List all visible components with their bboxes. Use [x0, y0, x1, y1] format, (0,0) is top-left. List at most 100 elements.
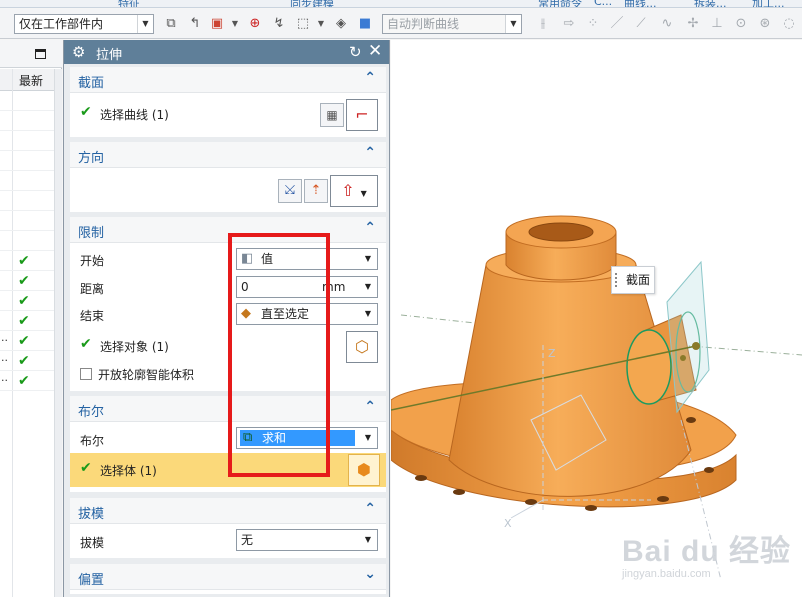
cube-icon[interactable]: ■	[356, 16, 374, 32]
section-group-header[interactable]: 截面 ⌃	[70, 67, 386, 93]
navigator-row[interactable]	[0, 211, 54, 231]
navigator-scrollbar[interactable]	[54, 69, 62, 597]
extrude-end-face[interactable]	[626, 329, 672, 405]
axis-icon[interactable]: ⊥	[708, 16, 726, 32]
ribbon-tab-machining[interactable]: 加工...	[752, 0, 785, 7]
navigator-row[interactable]	[0, 151, 54, 171]
select-curve-label[interactable]: 选择曲线 (1)	[100, 106, 169, 123]
limits-group-header[interactable]: 限制 ⌃	[70, 217, 386, 243]
end-option-select[interactable]: ◆ 直至选定 ▼	[236, 303, 378, 325]
chevron-down-icon[interactable]: ▼	[226, 16, 244, 32]
offset-group-header[interactable]: 偏置 ⌄	[70, 564, 386, 590]
distance-value: 0	[241, 280, 249, 294]
navigator-row[interactable]	[0, 111, 54, 131]
point-cloud-icon[interactable]: ⁘	[584, 16, 602, 32]
chevron-up-icon[interactable]: ⌃	[364, 220, 376, 236]
bolt-hole	[704, 467, 714, 473]
vector-origin-point[interactable]	[680, 355, 686, 361]
boolean-select[interactable]: ⧉ 求和 ▼	[236, 427, 378, 449]
select-body-row[interactable]: ✔ 选择体 (1) ⬢	[70, 453, 386, 487]
point-snap-icon[interactable]: ⊕	[246, 16, 264, 32]
distance-input[interactable]: 0 ▼	[236, 276, 378, 298]
navigator-row[interactable]: ✔..	[0, 351, 54, 371]
select-body-button[interactable]: ⬢	[348, 454, 380, 486]
spline-icon[interactable]: ∿	[658, 16, 676, 32]
tangent-line-icon[interactable]: ⟋	[632, 16, 650, 32]
drag-handle-icon[interactable]	[615, 273, 619, 287]
boolean-group-header[interactable]: 布尔 ⌃	[70, 396, 386, 422]
curve-rule-select[interactable]: 自动判断曲线 ▼	[382, 14, 522, 34]
draft-value: 无	[241, 533, 254, 547]
ribbon-tab-feature[interactable]: 特征	[118, 0, 140, 7]
body-filter-icon[interactable]: ◈	[332, 16, 350, 32]
navigator-row[interactable]: ✔	[0, 311, 54, 331]
direction-group: 方向 ⌃ ⤩ ⇡ ⇧ ▼	[70, 142, 386, 212]
direction-group-header[interactable]: 方向 ⌃	[70, 142, 386, 168]
navigator-row[interactable]: ✔	[0, 271, 54, 291]
selection-mode-icon[interactable]: ▣	[208, 16, 226, 32]
chevron-down-icon[interactable]: ⌄	[364, 566, 376, 582]
navigator-row[interactable]: ✔..	[0, 371, 54, 391]
filter-icon[interactable]: ⧉	[162, 16, 180, 32]
circle-center-icon[interactable]: ⊙	[732, 16, 750, 32]
parallel-icon[interactable]: ⫲	[534, 16, 552, 32]
ribbon-tab-sync-modeling[interactable]: 同步建模	[290, 0, 334, 7]
boolean-group-title: 布尔	[78, 405, 105, 420]
ribbon-tab-curve[interactable]: 曲线...	[624, 0, 657, 7]
snap-arrow-icon[interactable]: ↰	[186, 16, 204, 32]
navigator-row[interactable]: ✔..	[0, 331, 54, 351]
navigator-row[interactable]	[0, 91, 54, 111]
navigator-row[interactable]: ✔	[0, 251, 54, 271]
scope-select[interactable]: 仅在工作部件内 ▼	[14, 14, 154, 34]
navigator-row[interactable]: ✔	[0, 291, 54, 311]
vector-handle[interactable]	[692, 342, 700, 350]
reset-icon[interactable]: ↻	[349, 42, 362, 62]
draft-group-header[interactable]: 拔模 ⌃	[70, 498, 386, 524]
chevron-down-icon[interactable]: ▼	[359, 277, 377, 297]
truncation-dots: ..	[1, 331, 8, 344]
draft-select[interactable]: 无 ▼	[236, 529, 378, 551]
open-profile-checkbox[interactable]	[80, 368, 92, 380]
chevron-up-icon[interactable]: ⌃	[364, 145, 376, 161]
rectangle-select-icon[interactable]: ⬚	[294, 16, 312, 32]
close-icon[interactable]: ✕	[368, 40, 382, 62]
line-icon[interactable]: ／	[608, 16, 626, 32]
chevron-up-icon[interactable]: ⌃	[364, 501, 376, 517]
curve-select-button[interactable]: ⌐	[346, 99, 378, 131]
vector-select-dropdown[interactable]: ⇧ ▼	[330, 175, 378, 207]
distance-unit: mm	[322, 280, 346, 294]
ribbon-tab-c[interactable]: C...	[594, 0, 612, 7]
start-option-select[interactable]: ◧ 值 ▼	[236, 248, 378, 270]
vertex-icon[interactable]: ✢	[684, 16, 702, 32]
navigator-row[interactable]	[0, 131, 54, 151]
maximize-icon[interactable]	[35, 49, 46, 59]
ribbon-tab-assembly[interactable]: 拆装...	[694, 0, 727, 7]
boolean-label: 布尔	[80, 434, 105, 448]
selection-toolbar: 仅在工作部件内 ▼ ⧉ ↰ ▣ ▼ ⊕ ↯ ⬚ ▼ ◈ ■ 自动判断曲线 ▼ ⫲…	[0, 9, 802, 39]
select-object-button[interactable]: ⬡	[346, 331, 378, 363]
limits-group-title: 限制	[78, 226, 105, 241]
section-tooltip[interactable]: 截面	[611, 266, 655, 294]
sketch-section-button[interactable]: ▦	[320, 103, 344, 127]
quadrant-icon[interactable]: ⊛	[756, 16, 774, 32]
bolt-hole	[415, 475, 427, 481]
chevron-down-icon[interactable]: ▼	[312, 16, 330, 32]
navigator-row[interactable]	[0, 231, 54, 251]
check-icon: ✔	[18, 313, 30, 329]
select-object-label[interactable]: 选择对象 (1)	[100, 338, 169, 355]
navigator-row[interactable]	[0, 191, 54, 211]
chevron-up-icon[interactable]: ⌃	[364, 399, 376, 415]
navigator-row[interactable]	[0, 171, 54, 191]
reverse-direction-button[interactable]: ⤩	[278, 179, 302, 203]
check-icon: ✔	[18, 353, 30, 369]
ribbon-tab-common[interactable]: 常用命令	[538, 0, 582, 7]
chevron-up-icon[interactable]: ⌃	[364, 70, 376, 86]
curve-snap-icon[interactable]: ↯	[270, 16, 288, 32]
vector-dialog-button[interactable]: ⇡	[304, 179, 328, 203]
check-icon: ✔	[80, 336, 92, 352]
gear-icon[interactable]: ⚙	[72, 42, 85, 62]
arrow-right-icon[interactable]: ⇨	[560, 16, 578, 32]
latest-column-header[interactable]: 最新	[0, 69, 54, 91]
tangent-point-icon[interactable]: ◌	[780, 16, 798, 32]
until-selected-icon: ◆	[241, 306, 251, 321]
